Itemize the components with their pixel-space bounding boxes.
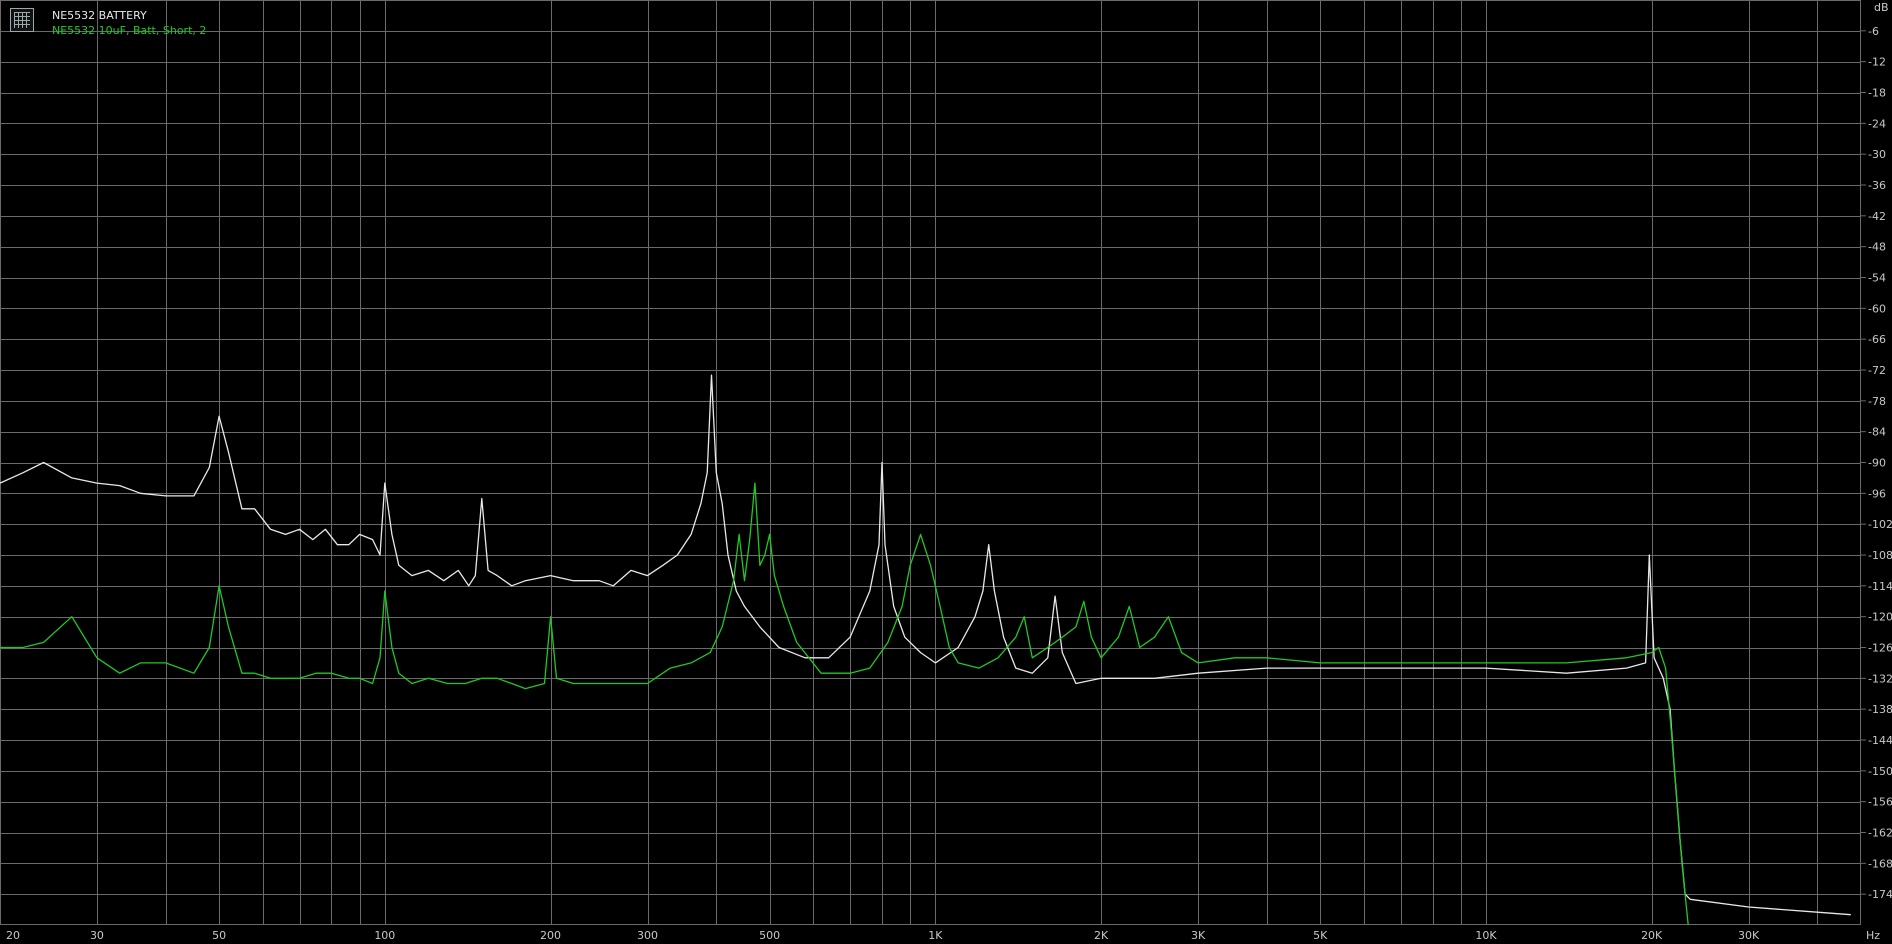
legend-series-1[interactable]: NE5532 BATTERY	[52, 8, 206, 23]
x-unit-label: Hz	[1866, 929, 1880, 942]
x-tick-label: 5K	[1313, 929, 1328, 942]
x-tick-label: 20K	[1641, 929, 1663, 942]
y-tick-label: -18	[1868, 87, 1886, 100]
y-tick-label: -102	[1868, 518, 1892, 531]
y-tick-label: -156	[1868, 796, 1892, 809]
y-tick-label: -78	[1868, 395, 1886, 408]
legend-series-2[interactable]: NE5532 10uF, Batt, Short, 2	[52, 23, 206, 38]
y-tick-label: -144	[1868, 734, 1892, 747]
y-tick-label: -48	[1868, 241, 1886, 254]
y-tick-label: -96	[1868, 487, 1886, 500]
y-tick-label: -168	[1868, 857, 1892, 870]
y-tick-label: -24	[1868, 117, 1886, 130]
y-tick-label: -6	[1868, 25, 1879, 38]
spectrum-chart: -6 -12 -18 -24 -30 -36 -42 -48 -54 -60 -66 -72 -78 -8…	[0, 0, 1892, 944]
y-tick-label: -72	[1868, 364, 1886, 377]
x-tick-label: 1K	[928, 929, 943, 942]
x-tick-label: 30K	[1738, 929, 1760, 942]
y-tick-label: -42	[1868, 210, 1886, 223]
y-tick-label: -120	[1868, 611, 1892, 624]
x-tick-label: 100	[374, 929, 395, 942]
grid-logo-icon[interactable]	[10, 8, 34, 32]
x-tick-label: 10K	[1475, 929, 1497, 942]
y-tick-label: -108	[1868, 549, 1892, 562]
x-tick-label: 30	[90, 929, 104, 942]
y-tick-label: -162	[1868, 827, 1892, 840]
y-tick-label: -54	[1868, 272, 1886, 285]
x-tick-label: 200	[540, 929, 561, 942]
y-tick-label: -114	[1868, 580, 1892, 593]
y-tick-label: -12	[1868, 56, 1886, 69]
y-tick-label: -138	[1868, 703, 1892, 716]
y-tick-label: -132	[1868, 672, 1892, 685]
y-tick-label: -90	[1868, 457, 1886, 470]
y-tick-label: -30	[1868, 148, 1886, 161]
x-tick-label: 500	[759, 929, 780, 942]
legend-block: NE5532 BATTERY NE5532 10uF, Batt, Short,…	[10, 8, 206, 38]
y-tick-label: -126	[1868, 642, 1892, 655]
x-tick-label: 50	[212, 929, 226, 942]
x-tick-label: 3K	[1191, 929, 1206, 942]
y-unit-label: dB	[1874, 1, 1889, 14]
x-tick-label: 2K	[1094, 929, 1109, 942]
y-tick-label: -60	[1868, 302, 1886, 315]
y-tick-label: -150	[1868, 765, 1892, 778]
x-tick-label: 20	[6, 929, 20, 942]
y-tick-label: -84	[1868, 426, 1886, 439]
y-tick-label: -174	[1868, 888, 1892, 901]
legend: NE5532 BATTERY NE5532 10uF, Batt, Short,…	[52, 8, 206, 38]
y-tick-label: -36	[1868, 179, 1886, 192]
y-tick-label: -66	[1868, 333, 1886, 346]
x-tick-label: 300	[637, 929, 658, 942]
